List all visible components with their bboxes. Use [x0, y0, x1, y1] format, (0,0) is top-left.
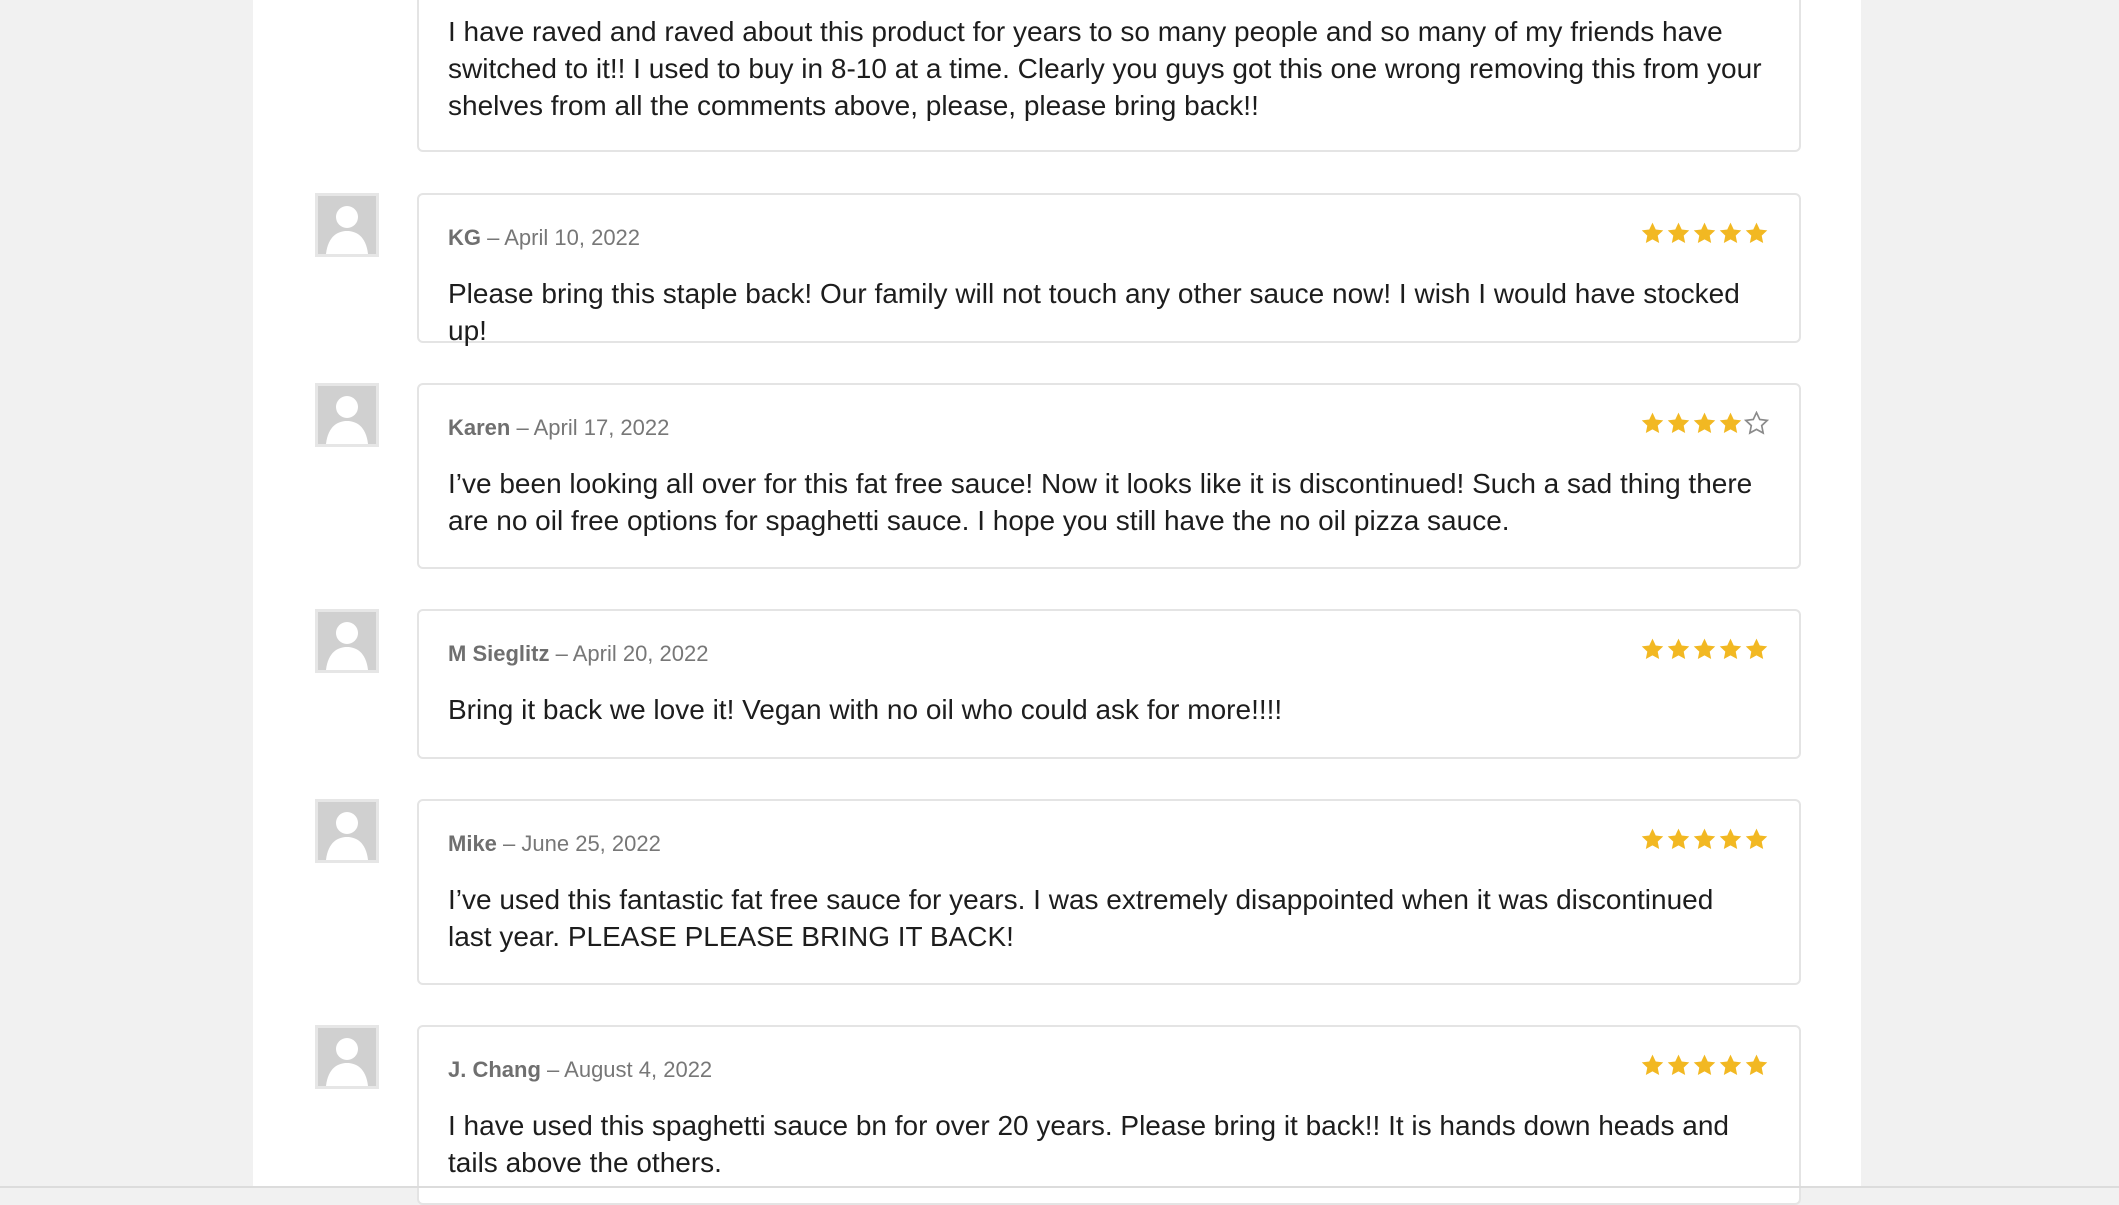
star-filled-icon — [1745, 222, 1768, 243]
review-date: – April 17, 2022 — [516, 415, 670, 440]
review-date: – June 25, 2022 — [503, 831, 661, 856]
star-filled-icon — [1719, 638, 1742, 659]
star-empty-icon — [1744, 411, 1769, 435]
user-silhouette-icon — [318, 612, 376, 670]
avatar — [315, 193, 379, 257]
review-text: Bring it back we love it! Vegan with no … — [448, 694, 1283, 725]
review-author: J. Chang — [448, 1057, 541, 1082]
review-author: Mike — [448, 831, 497, 856]
review-text: I have raved and raved about this produc… — [448, 16, 1762, 121]
star-filled-icon — [1745, 828, 1768, 849]
star-filled-icon — [1693, 828, 1716, 849]
review-meta: J. Chang – August 4, 2022 — [448, 1055, 712, 1085]
user-silhouette-icon — [318, 802, 376, 860]
star-filled-icon — [1667, 638, 1690, 659]
review-meta: Karen – April 17, 2022 — [448, 413, 669, 443]
star-filled-icon — [1719, 222, 1742, 243]
review-date: – April 20, 2022 — [555, 641, 709, 666]
review-meta: KG – April 10, 2022 — [448, 223, 640, 253]
star-filled-icon — [1667, 412, 1690, 433]
star-filled-icon — [1745, 638, 1768, 659]
star-rating — [1640, 221, 1769, 246]
star-filled-icon — [1667, 222, 1690, 243]
page-bottom-divider — [0, 1186, 2119, 1188]
star-filled-icon — [1667, 1054, 1690, 1075]
star-filled-icon — [1745, 1054, 1768, 1075]
star-rating — [1640, 1053, 1769, 1078]
review-date: – April 10, 2022 — [487, 225, 641, 250]
review-card: M Sieglitz – April 20, 2022 Bring it bac… — [417, 609, 1801, 759]
user-silhouette-icon — [318, 386, 376, 444]
review-author: Karen — [448, 415, 511, 440]
reviews-page: I have raved and raved about this produc… — [253, 0, 1861, 1205]
star-filled-icon — [1641, 1054, 1664, 1075]
star-filled-icon — [1667, 828, 1690, 849]
review-author: KG — [448, 225, 481, 250]
star-filled-icon — [1641, 412, 1664, 433]
review-card: Mike – June 25, 2022 I’ve used this fant… — [417, 799, 1801, 985]
star-filled-icon — [1719, 1054, 1742, 1075]
review-meta: M Sieglitz – April 20, 2022 — [448, 639, 708, 669]
review-card: Karen – April 17, 2022 I’ve been looking… — [417, 383, 1801, 569]
star-filled-icon — [1641, 222, 1664, 243]
star-rating — [1640, 827, 1769, 852]
star-rating — [1640, 637, 1769, 662]
avatar — [315, 1025, 379, 1089]
star-filled-icon — [1641, 828, 1664, 849]
star-filled-icon — [1719, 412, 1742, 433]
star-filled-icon — [1693, 638, 1716, 659]
star-filled-icon — [1719, 828, 1742, 849]
avatar — [315, 799, 379, 863]
review-card: I have raved and raved about this produc… — [417, 0, 1801, 152]
star-filled-icon — [1693, 222, 1716, 243]
avatar — [315, 609, 379, 673]
star-filled-icon — [1693, 412, 1716, 433]
review-card: KG – April 10, 2022 Please bring this st… — [417, 193, 1801, 346]
user-silhouette-icon — [318, 196, 376, 254]
avatar — [315, 383, 379, 447]
review-meta: Mike – June 25, 2022 — [448, 829, 661, 859]
review-author: M Sieglitz — [448, 641, 550, 666]
star-filled-icon — [1693, 1054, 1716, 1075]
user-silhouette-icon — [318, 1028, 376, 1086]
review-text: Please bring this staple back! Our famil… — [448, 278, 1740, 346]
review-text: I’ve used this fantastic fat free sauce … — [448, 884, 1714, 952]
review-date: – August 4, 2022 — [547, 1057, 713, 1082]
star-rating — [1640, 411, 1769, 436]
review-text: I have used this spaghetti sauce bn for … — [448, 1110, 1729, 1178]
review-card: J. Chang – August 4, 2022 I have used th… — [417, 1025, 1801, 1205]
star-filled-icon — [1641, 638, 1664, 659]
review-text: I’ve been looking all over for this fat … — [448, 468, 1753, 536]
